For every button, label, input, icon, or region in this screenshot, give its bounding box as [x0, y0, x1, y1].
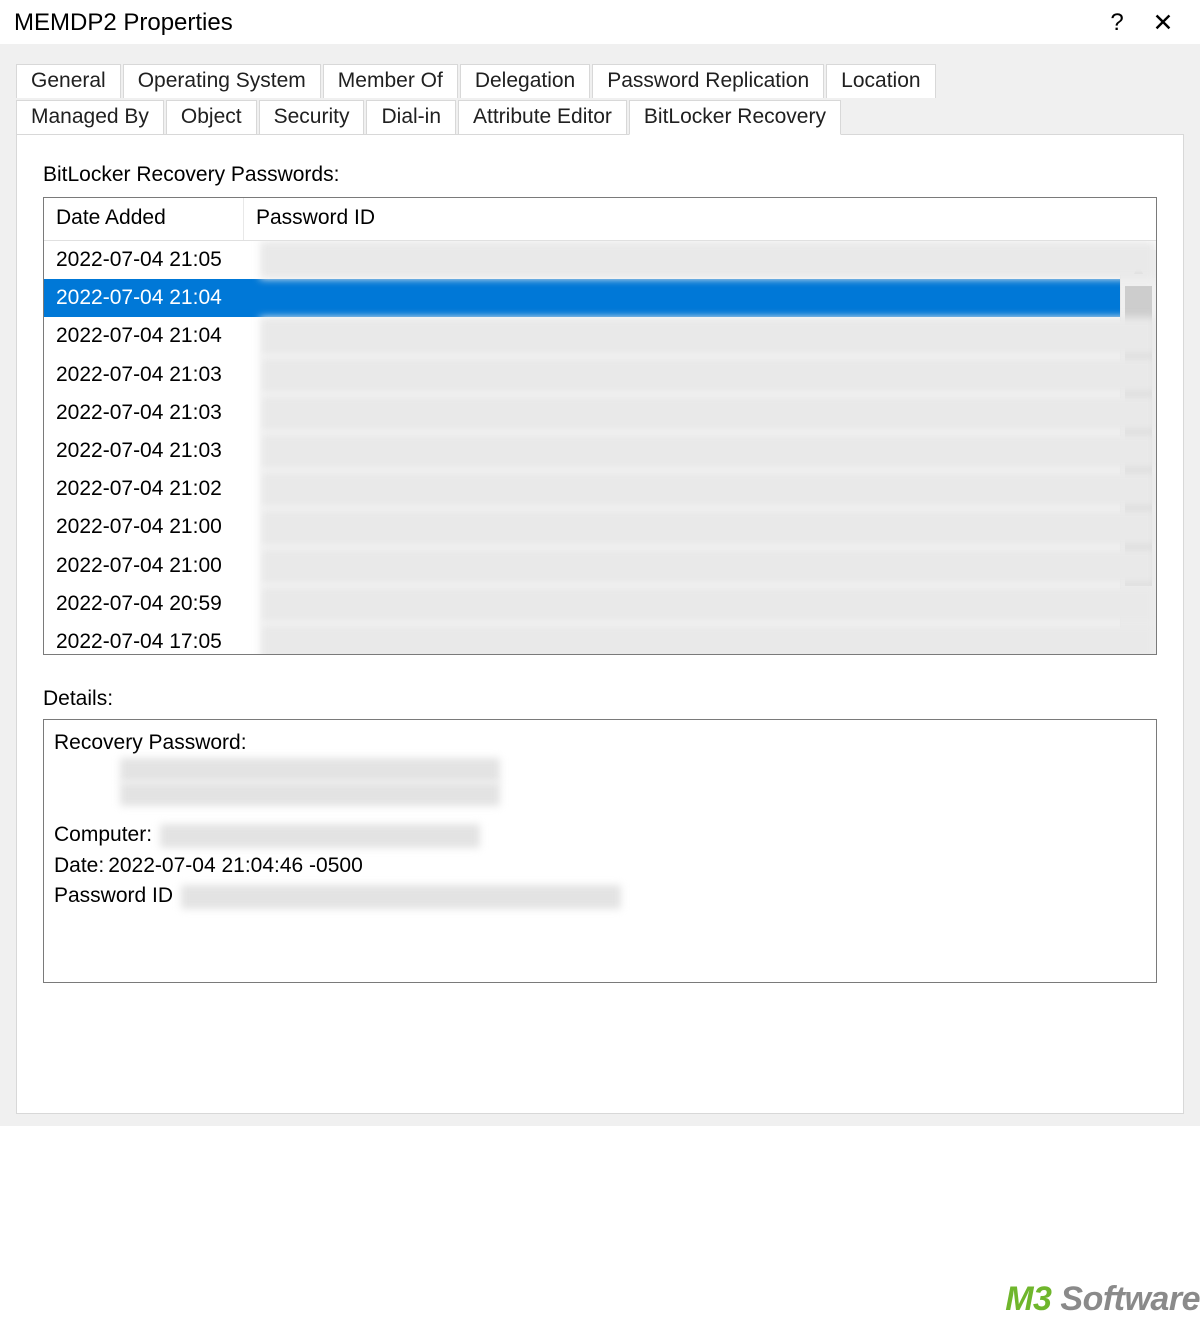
tab-row-2: Managed By Object Security Dial-in Attri… — [16, 98, 1184, 135]
recovery-password-value-1 — [54, 758, 1146, 782]
tab-strip: General Operating System Member Of Deleg… — [12, 62, 1188, 1114]
list-row[interactable]: 2022-07-04 17:05 — [44, 623, 1156, 654]
list-cell-password-id-redacted — [260, 547, 1156, 585]
details-box: Recovery Password: Computer: Date: 2022-… — [43, 719, 1157, 983]
tab-delegation[interactable]: Delegation — [460, 64, 590, 98]
list-header: Date Added Password ID — [44, 198, 1156, 241]
computer-label: Computer: — [54, 820, 152, 850]
list-cell-password-id-redacted — [260, 241, 1156, 279]
password-id-line: Password ID — [54, 881, 1146, 911]
title-bar: MEMDP2 Properties ? ✕ — [0, 0, 1200, 44]
list-cell-password-id-redacted — [260, 356, 1156, 394]
tab-general[interactable]: General — [16, 64, 121, 98]
list-cell-password-id-redacted — [260, 470, 1156, 508]
date-value: 2022-07-04 21:04:46 -0500 — [108, 851, 363, 881]
list-cell-password-id-redacted — [260, 585, 1156, 623]
tab-password-replication[interactable]: Password Replication — [592, 64, 824, 98]
recovery-password-label: Recovery Password: — [54, 728, 1146, 758]
tab-location[interactable]: Location — [826, 64, 935, 98]
list-cell-date: 2022-07-04 21:02 — [56, 477, 256, 501]
list-cell-date: 2022-07-04 21:04 — [56, 286, 256, 310]
computer-value-redacted — [160, 824, 480, 848]
list-cell-password-id-redacted — [260, 394, 1156, 432]
recovery-passwords-list[interactable]: Date Added Password ID 2022-07-04 21:052… — [43, 197, 1157, 655]
tab-managed-by[interactable]: Managed By — [16, 100, 164, 135]
list-cell-date: 2022-07-04 20:59 — [56, 592, 256, 616]
recovery-password-value-2 — [54, 782, 1146, 806]
list-row[interactable]: 2022-07-04 21:00 — [44, 508, 1156, 546]
column-header-password-id[interactable]: Password ID — [244, 198, 1156, 240]
watermark-software: Software — [1051, 1280, 1200, 1318]
close-button[interactable]: ✕ — [1140, 8, 1186, 38]
list-row[interactable]: 2022-07-04 21:03 — [44, 394, 1156, 432]
list-cell-date: 2022-07-04 21:03 — [56, 363, 256, 387]
list-cell-date: 2022-07-04 21:00 — [56, 554, 256, 578]
list-row[interactable]: 2022-07-04 21:00 — [44, 547, 1156, 585]
tab-member-of[interactable]: Member Of — [323, 64, 458, 98]
list-cell-password-id-redacted — [260, 623, 1156, 654]
tab-operating-system[interactable]: Operating System — [123, 64, 321, 98]
help-button[interactable]: ? — [1094, 9, 1140, 37]
tab-object[interactable]: Object — [166, 100, 257, 135]
list-label: BitLocker Recovery Passwords: — [43, 163, 1157, 187]
tab-bitlocker-recovery[interactable]: BitLocker Recovery — [629, 100, 841, 135]
list-row[interactable]: 2022-07-04 21:05 — [44, 241, 1156, 279]
computer-line: Computer: — [54, 820, 1146, 850]
list-row[interactable]: 2022-07-04 21:03 — [44, 356, 1156, 394]
window-title: MEMDP2 Properties — [14, 9, 1094, 37]
date-line: Date: 2022-07-04 21:04:46 -0500 — [54, 851, 1146, 881]
list-cell-password-id-redacted — [260, 508, 1156, 546]
list-cell-date: 2022-07-04 21:04 — [56, 324, 256, 348]
tab-row-1: General Operating System Member Of Deleg… — [16, 62, 1184, 98]
tab-panel-bitlocker: BitLocker Recovery Passwords: Date Added… — [16, 134, 1184, 1114]
column-header-date[interactable]: Date Added — [44, 198, 244, 240]
list-row[interactable]: 2022-07-04 21:04 — [44, 317, 1156, 355]
password-id-label: Password ID — [54, 881, 173, 911]
list-cell-date: 2022-07-04 17:05 — [56, 630, 256, 654]
list-cell-password-id-redacted — [260, 432, 1156, 470]
list-cell-password-id-redacted — [260, 317, 1156, 355]
tab-dial-in[interactable]: Dial-in — [366, 100, 456, 135]
watermark-logo: M3 Software — [1005, 1280, 1200, 1319]
date-label: Date: — [54, 851, 104, 881]
watermark-m3: M3 — [1005, 1280, 1051, 1318]
list-cell-date: 2022-07-04 21:00 — [56, 515, 256, 539]
list-row[interactable]: 2022-07-04 21:02 — [44, 470, 1156, 508]
tab-attribute-editor[interactable]: Attribute Editor — [458, 100, 627, 135]
list-cell-date: 2022-07-04 21:03 — [56, 439, 256, 463]
tab-security[interactable]: Security — [259, 100, 365, 135]
list-row[interactable]: 2022-07-04 21:03 — [44, 432, 1156, 470]
dialog-body: General Operating System Member Of Deleg… — [0, 44, 1200, 1126]
password-id-value-redacted — [181, 885, 621, 909]
list-body: 2022-07-04 21:05 2022-07-04 21:04 2022-07-… — [44, 241, 1156, 654]
details-label: Details: — [43, 687, 1157, 711]
list-row[interactable]: 2022-07-04 20:59 — [44, 585, 1156, 623]
list-row[interactable]: 2022-07-04 21:04 — [44, 279, 1156, 317]
list-cell-date: 2022-07-04 21:03 — [56, 401, 256, 425]
list-cell-date: 2022-07-04 21:05 — [56, 248, 256, 272]
